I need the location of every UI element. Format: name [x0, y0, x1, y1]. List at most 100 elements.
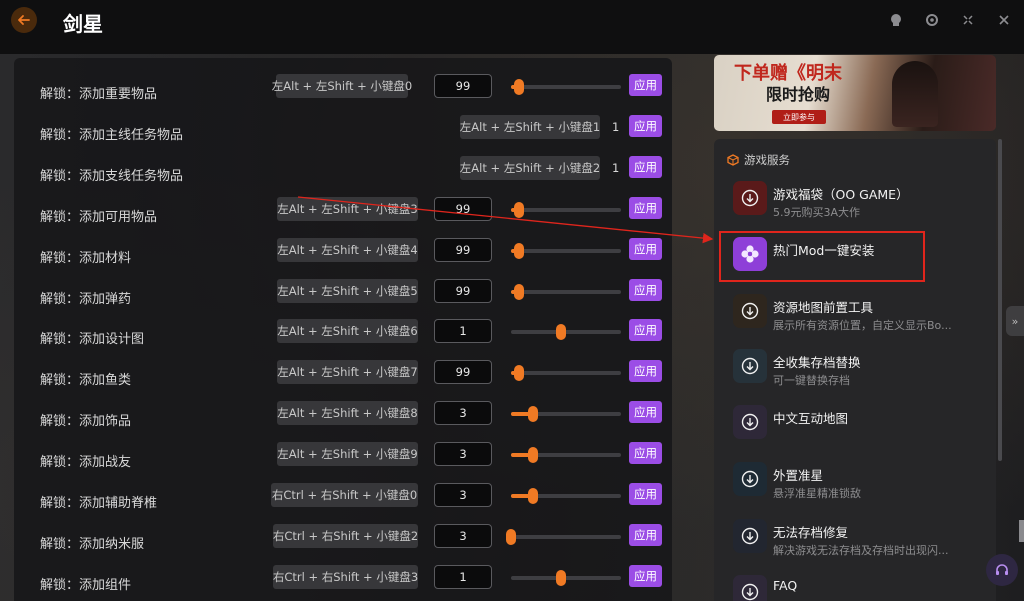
option-label: 解锁：添加重要物品 [40, 87, 158, 102]
value-input[interactable]: 3 [434, 401, 492, 426]
service-title: 无法存档修复 [773, 525, 849, 540]
value-input[interactable]: 3 [434, 442, 492, 467]
apply-button[interactable]: 应用 [629, 442, 662, 465]
support-button[interactable] [986, 554, 1018, 586]
hotkey-field[interactable]: 左Alt + 左Shift + 小键盘1 [460, 114, 600, 139]
apply-button[interactable]: 应用 [629, 360, 662, 383]
option-label: 解锁：添加鱼类 [40, 373, 132, 389]
apply-button[interactable]: 应用 [629, 564, 662, 587]
download-circle-icon [733, 405, 767, 439]
service-item[interactable]: 无法存档修复解决游戏无法存档及存档时出现闪... [714, 519, 996, 575]
value-input[interactable]: 3 [434, 483, 492, 507]
slider-thumb[interactable] [555, 324, 566, 341]
back-button[interactable] [11, 7, 37, 33]
apply-button[interactable]: 应用 [629, 196, 662, 219]
hotkey-field[interactable]: 左Alt + 左Shift + 小键盘5 [277, 278, 418, 303]
value-slider[interactable] [511, 406, 621, 423]
service-description: 解决游戏无法存档及存档时出现闪... [773, 544, 949, 557]
value-slider[interactable] [511, 365, 621, 382]
hotkey-field[interactable]: 右Ctrl + 右Shift + 小键盘3 [273, 564, 418, 589]
option-row: 解锁：添加材料 左Alt + 左Shift + 小键盘4 99 应用 [14, 236, 672, 277]
value-input[interactable]: 99 [434, 237, 492, 262]
service-description: 可一键替换存档 [773, 374, 850, 387]
value-slider[interactable] [511, 283, 621, 300]
hotkey-field[interactable]: 右Ctrl + 右Shift + 小键盘0 [271, 483, 418, 507]
apply-button[interactable]: 应用 [629, 278, 662, 301]
hotkey-field[interactable]: 右Ctrl + 右Shift + 小键盘2 [273, 523, 418, 548]
value-input[interactable]: 1 [434, 319, 492, 344]
hotkey-field[interactable]: 左Alt + 左Shift + 小键盘9 [277, 442, 418, 467]
service-scrollbar[interactable] [998, 139, 1002, 461]
value-slider[interactable] [511, 447, 621, 464]
download-circle-icon [733, 181, 767, 215]
value-input[interactable]: 99 [434, 196, 492, 221]
minimize-icon[interactable] [960, 12, 976, 28]
apply-button[interactable]: 应用 [629, 483, 662, 505]
main-scrollbar[interactable] [1019, 520, 1024, 542]
slider-thumb[interactable] [528, 406, 538, 423]
service-description: 悬浮准星精准锁敌 [773, 487, 861, 500]
option-row: 解锁：添加纳米服 右Ctrl + 右Shift + 小键盘2 3 应用 [14, 522, 672, 563]
value-slider[interactable] [511, 242, 621, 259]
slider-thumb[interactable] [513, 365, 524, 382]
service-item[interactable]: 外置准星悬浮准星精准锁敌 [714, 462, 996, 518]
slider-thumb[interactable] [513, 79, 524, 95]
hotkey-field[interactable]: 左Alt + 左Shift + 小键盘2 [460, 155, 600, 180]
service-header: 游戏服务 [727, 152, 790, 168]
hotkey-field[interactable]: 左Alt + 左Shift + 小键盘8 [277, 401, 418, 426]
option-row: 解锁：添加主线任务物品 左Alt + 左Shift + 小键盘1 1 应用 [14, 113, 672, 154]
value-slider[interactable] [511, 488, 621, 504]
window-status-icon[interactable] [888, 12, 904, 28]
slider-thumb[interactable] [513, 201, 524, 218]
value-slider[interactable] [511, 569, 621, 586]
expand-handle[interactable]: » [1006, 306, 1024, 336]
service-item[interactable]: 资源地图前置工具 展示所有资源位置，自定义显示Bo... [714, 294, 996, 350]
service-header-label: 游戏服务 [744, 153, 790, 167]
slider-thumb[interactable] [528, 447, 538, 464]
title-bar: 剑星 [0, 0, 1024, 54]
banner-join-button[interactable]: 立即参与 [772, 110, 826, 124]
option-row: 解锁：添加鱼类 左Alt + 左Shift + 小键盘7 99 应用 [14, 358, 672, 399]
value-input[interactable]: 99 [434, 360, 492, 385]
value-input[interactable]: 99 [434, 74, 492, 98]
service-item[interactable]: 全收集存档替换 可一键替换存档 [714, 349, 996, 405]
value-input[interactable]: 99 [434, 278, 492, 303]
service-item[interactable]: 中文互动地图 [714, 405, 996, 461]
option-label: 解锁：添加战友 [40, 455, 132, 471]
banner-subtitle: 限时抢购 [766, 85, 831, 104]
hotkey-field[interactable]: 左Alt + 左Shift + 小键盘6 [277, 319, 418, 344]
value-input[interactable]: 1 [434, 564, 492, 589]
slider-thumb[interactable] [555, 569, 566, 586]
promo-banner[interactable]: 下单赠《明末 限时抢购 立即参与 [714, 55, 996, 131]
value-text: 1 [612, 119, 620, 134]
service-title: 游戏福袋（OO GAME） [773, 187, 909, 202]
box-icon [727, 154, 739, 166]
value-input[interactable]: 3 [434, 523, 492, 548]
settings-icon[interactable] [924, 12, 940, 28]
value-slider[interactable] [506, 528, 621, 545]
option-label: 解锁：添加纳米服 [40, 536, 145, 552]
close-icon[interactable] [996, 12, 1012, 28]
apply-button[interactable]: 应用 [629, 114, 662, 137]
apply-button[interactable]: 应用 [629, 523, 662, 546]
apply-button[interactable]: 应用 [629, 237, 662, 260]
value-slider[interactable] [511, 324, 621, 341]
hotkey-field[interactable]: 左Alt + 左Shift + 小键盘4 [277, 237, 418, 262]
slider-thumb[interactable] [513, 283, 524, 300]
value-slider[interactable] [511, 201, 621, 218]
apply-button[interactable]: 应用 [629, 74, 662, 96]
slider-thumb[interactable] [528, 488, 538, 504]
apply-button[interactable]: 应用 [629, 155, 662, 178]
slider-thumb[interactable] [506, 528, 516, 545]
option-row: 解锁：添加重要物品 左Alt + 左Shift + 小键盘0 99 应用 [14, 72, 672, 113]
hotkey-field[interactable]: 左Alt + 左Shift + 小键盘7 [277, 360, 418, 385]
service-item[interactable]: FAQ [714, 575, 996, 601]
slider-thumb[interactable] [513, 242, 524, 259]
hotkey-field[interactable]: 左Alt + 左Shift + 小键盘0 [272, 74, 412, 98]
service-title: 外置准星 [773, 468, 824, 483]
hotkey-field[interactable]: 左Alt + 左Shift + 小键盘3 [277, 196, 418, 221]
service-item[interactable]: 游戏福袋（OO GAME） 5.9元购买3A大作 [714, 181, 996, 237]
apply-button[interactable]: 应用 [629, 319, 662, 342]
apply-button[interactable]: 应用 [629, 401, 662, 424]
value-slider[interactable] [511, 79, 621, 95]
